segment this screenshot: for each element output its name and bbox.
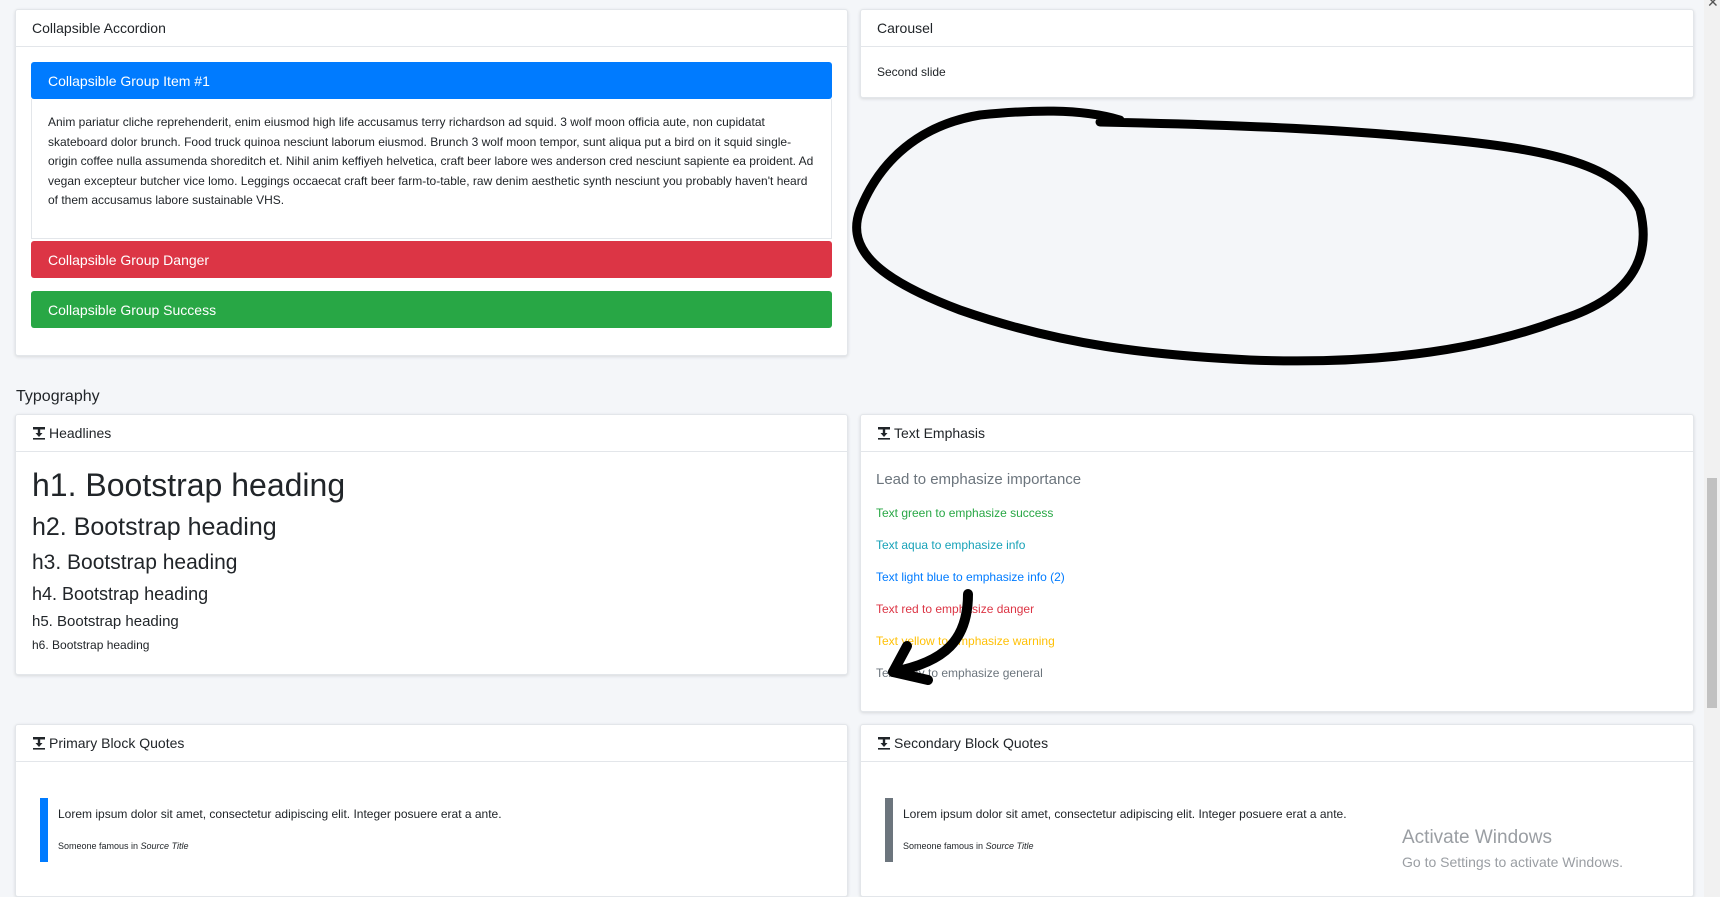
primary-quote-bar [40, 798, 48, 862]
secondary-quotes-card-header: Secondary Block Quotes [861, 725, 1693, 762]
accordion-card-title: Collapsible Accordion [32, 20, 166, 36]
heading-h2: h2. Bootstrap heading [32, 513, 277, 541]
primary-quote-source: Source Title [140, 841, 189, 851]
heading-h5: h5. Bootstrap heading [32, 613, 179, 630]
carousel-card: Carousel Second slide [860, 9, 1694, 98]
primary-quote-text: Lorem ipsum dolor sit amet, consectetur … [58, 807, 502, 821]
activate-windows-subtitle: Go to Settings to activate Windows. [1402, 854, 1623, 870]
secondary-quote-footer: Someone famous in Source Title [903, 841, 1034, 851]
secondary-quote-bar [885, 798, 893, 862]
accordion-item-1-label: Collapsible Group Item #1 [48, 72, 210, 89]
annotation-ellipse [852, 106, 1648, 366]
carousel-slide-text: Second slide [877, 65, 946, 79]
accordion-item-1-body: Anim pariatur cliche reprehenderit, enim… [31, 99, 832, 239]
carousel-card-header: Carousel [861, 10, 1693, 47]
headlines-card-header: Headlines [16, 415, 847, 452]
accordion-success-label: Collapsible Group Success [48, 301, 217, 318]
heading-h3: h3. Bootstrap heading [32, 551, 238, 574]
scrollbar-track[interactable] [1704, 0, 1720, 897]
text-height-icon [32, 736, 46, 750]
typography-section-title: Typography [16, 388, 100, 405]
emphasis-gray: Text gray to emphasize general [876, 666, 1043, 680]
emphasis-light-blue: Text light blue to emphasize info (2) [876, 570, 1065, 584]
text-height-icon [877, 736, 891, 750]
accordion-card: Collapsible Accordion Collapsible Group … [15, 9, 848, 356]
primary-quote-footer: Someone famous in Source Title [58, 841, 189, 851]
accordion-danger-button[interactable]: Collapsible Group Danger [31, 241, 832, 278]
close-icon[interactable]: ✕ [1707, 0, 1719, 11]
text-height-icon [32, 426, 46, 440]
secondary-quote-source: Source Title [985, 841, 1034, 851]
primary-quote-footer-prefix: Someone famous in [58, 841, 141, 851]
accordion-success-button[interactable]: Collapsible Group Success [31, 291, 832, 328]
emphasis-yellow: Text yellow to emphasize warning [876, 634, 1055, 648]
headlines-card-title: Headlines [49, 425, 112, 441]
accordion-item-1-button[interactable]: Collapsible Group Item #1 [31, 62, 832, 99]
accordion-danger-label: Collapsible Group Danger [48, 251, 210, 268]
heading-h1: h1. Bootstrap heading [32, 467, 346, 503]
emphasis-green: Text green to emphasize success [876, 506, 1054, 520]
heading-h6: h6. Bootstrap heading [32, 638, 150, 652]
text-emphasis-card-title: Text Emphasis [894, 425, 986, 441]
emphasis-lead: Lead to emphasize importance [876, 471, 1082, 488]
activate-windows-title: Activate Windows [1402, 827, 1552, 848]
carousel-card-title: Carousel [877, 20, 934, 36]
scrollbar-thumb[interactable] [1707, 478, 1717, 708]
heading-h4: h4. Bootstrap heading [32, 584, 209, 604]
secondary-quote-footer-prefix: Someone famous in [903, 841, 986, 851]
text-emphasis-card-header: Text Emphasis [861, 415, 1693, 452]
headlines-card: Headlines h1. Bootstrap heading h2. Boot… [15, 414, 848, 675]
accordion-card-header: Collapsible Accordion [16, 10, 847, 47]
accordion-item-1-text: Anim pariatur cliche reprehenderit, enim… [48, 115, 814, 207]
emphasis-red: Text red to emphasize danger [876, 602, 1035, 616]
primary-quotes-card-header: Primary Block Quotes [16, 725, 847, 762]
secondary-quotes-card-title: Secondary Block Quotes [894, 735, 1049, 751]
secondary-quote-text: Lorem ipsum dolor sit amet, consectetur … [903, 807, 1347, 821]
text-height-icon [877, 426, 891, 440]
carousel-slide[interactable]: Second slide [877, 65, 946, 79]
primary-quotes-card-title: Primary Block Quotes [49, 735, 185, 751]
emphasis-aqua: Text aqua to emphasize info [876, 538, 1026, 552]
